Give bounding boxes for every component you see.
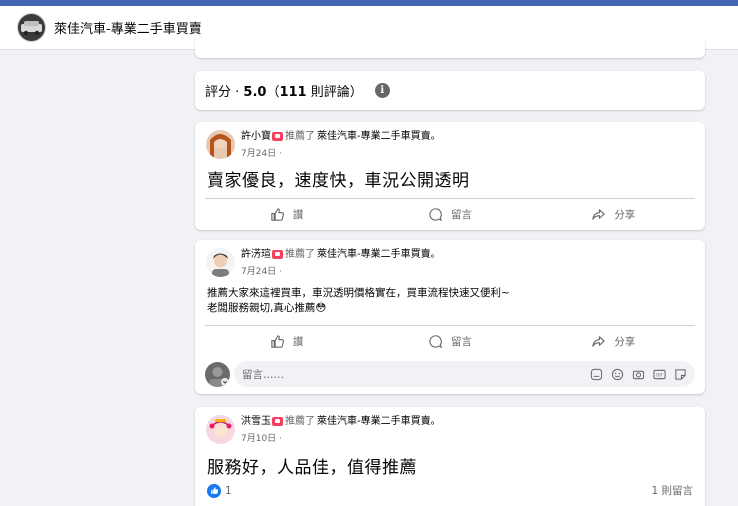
review-text: 賣家優良，速度快，車況公開透明 — [207, 171, 470, 191]
review-author[interactable]: 許小寶 — [241, 130, 271, 143]
rating-text: 評分 · 5.0（111 則評論） — [205, 85, 363, 100]
page-avatar[interactable] — [17, 13, 46, 42]
review-header: 許淓瑄 推薦了 萊佳汽車-專業二手車買賣。 7月24日 · — [206, 248, 441, 277]
review-verb: 推薦了 — [285, 249, 315, 260]
comment-count[interactable]: 1 則留言 — [651, 483, 693, 498]
previous-card-bottom — [195, 38, 705, 58]
sticker-icon[interactable] — [590, 368, 603, 381]
car-logo-icon — [18, 14, 45, 41]
reaction-summary: 1 1 則留言 — [207, 483, 693, 498]
page-title[interactable]: 萊佳汽車-專業二手車買賣 — [54, 18, 202, 37]
like-label: 讚 — [292, 209, 304, 221]
review-verb: 推薦了 — [285, 416, 315, 427]
like-icon — [271, 208, 284, 221]
review-header: 許小寶 推薦了 萊佳汽車-專業二手車買賣。 7月24日 · — [206, 130, 441, 159]
review-count: 111 — [279, 85, 307, 100]
like-badge-icon[interactable] — [207, 483, 221, 498]
like-button[interactable]: 讚 — [205, 326, 368, 357]
share-icon — [592, 209, 605, 220]
share-icon — [592, 336, 605, 347]
rating-score: 5.0 — [243, 85, 267, 100]
avatar[interactable] — [206, 415, 235, 444]
review-card: 洪雪玉 推薦了 萊佳汽車-專業二手車買賣。 7月10日 · 服務好，人品佳，值得… — [195, 407, 705, 506]
comment-button[interactable]: 留言 — [368, 199, 531, 230]
recommend-icon — [272, 132, 283, 141]
comment-icon — [429, 335, 443, 349]
like-button[interactable]: 讚 — [205, 199, 368, 230]
recommend-icon — [272, 250, 283, 259]
review-author[interactable]: 許淓瑄 — [241, 248, 271, 261]
review-verb: 推薦了 — [285, 131, 315, 142]
comment-button[interactable]: 留言 — [368, 326, 531, 357]
review-card: 許小寶 推薦了 萊佳汽車-專業二手車買賣。 7月24日 · 賣家優良，速度快，車… — [195, 122, 705, 230]
comment-composer: 留言…… GIF — [205, 360, 695, 388]
review-author[interactable]: 洪雪玉 — [241, 415, 271, 428]
avatar[interactable] — [206, 130, 235, 159]
review-page-link[interactable]: 萊佳汽車-專業二手車買賣。 — [317, 415, 441, 428]
recommend-icon — [272, 417, 283, 426]
review-date[interactable]: 7月24日 · — [241, 264, 441, 277]
review-text-line: 老闆服務親切,真心推薦😳 — [207, 302, 327, 314]
camera-icon[interactable] — [632, 368, 645, 381]
comment-placeholder: 留言…… — [242, 368, 284, 381]
sticker-face-icon[interactable] — [674, 368, 687, 381]
review-card: 許淓瑄 推薦了 萊佳汽車-專業二手車買賣。 7月24日 · 推薦大家來這裡買車，… — [195, 240, 705, 394]
comment-icon — [429, 208, 443, 222]
comment-label: 留言 — [450, 209, 472, 221]
review-header: 洪雪玉 推薦了 萊佳汽車-專業二手車買賣。 7月10日 · — [206, 415, 441, 444]
review-date[interactable]: 7月24日 · — [241, 146, 441, 159]
share-label: 分享 — [614, 209, 636, 221]
share-button[interactable]: 分享 — [532, 199, 695, 230]
rating-summary: 評分 · 5.0（111 則評論） i — [195, 71, 705, 110]
info-icon[interactable]: i — [374, 83, 390, 98]
like-count[interactable]: 1 — [225, 485, 232, 497]
action-bar: 讚 留言 分享 — [205, 325, 695, 357]
comment-input[interactable]: 留言…… GIF — [234, 361, 695, 387]
review-text-line: 推薦大家來這裡買車，車況透明價格實在，買車流程快速又便利~ — [207, 287, 510, 299]
review-page-link[interactable]: 萊佳汽車-專業二手車買賣。 — [317, 130, 441, 143]
share-label: 分享 — [614, 336, 636, 348]
comment-label: 留言 — [450, 336, 472, 348]
review-date[interactable]: 7月10日 · — [241, 431, 441, 444]
like-label: 讚 — [292, 336, 304, 348]
share-button[interactable]: 分享 — [532, 326, 695, 357]
like-icon — [271, 335, 284, 348]
action-bar: 讚 留言 分享 — [205, 198, 695, 230]
my-avatar[interactable] — [205, 361, 230, 387]
review-page-link[interactable]: 萊佳汽車-專業二手車買賣。 — [317, 248, 441, 261]
emoji-icon[interactable] — [611, 368, 624, 381]
gif-icon[interactable]: GIF — [653, 368, 666, 381]
review-text: 服務好，人品佳，值得推薦 — [207, 458, 417, 478]
avatar[interactable] — [206, 248, 235, 277]
svg-text:GIF: GIF — [656, 372, 663, 377]
